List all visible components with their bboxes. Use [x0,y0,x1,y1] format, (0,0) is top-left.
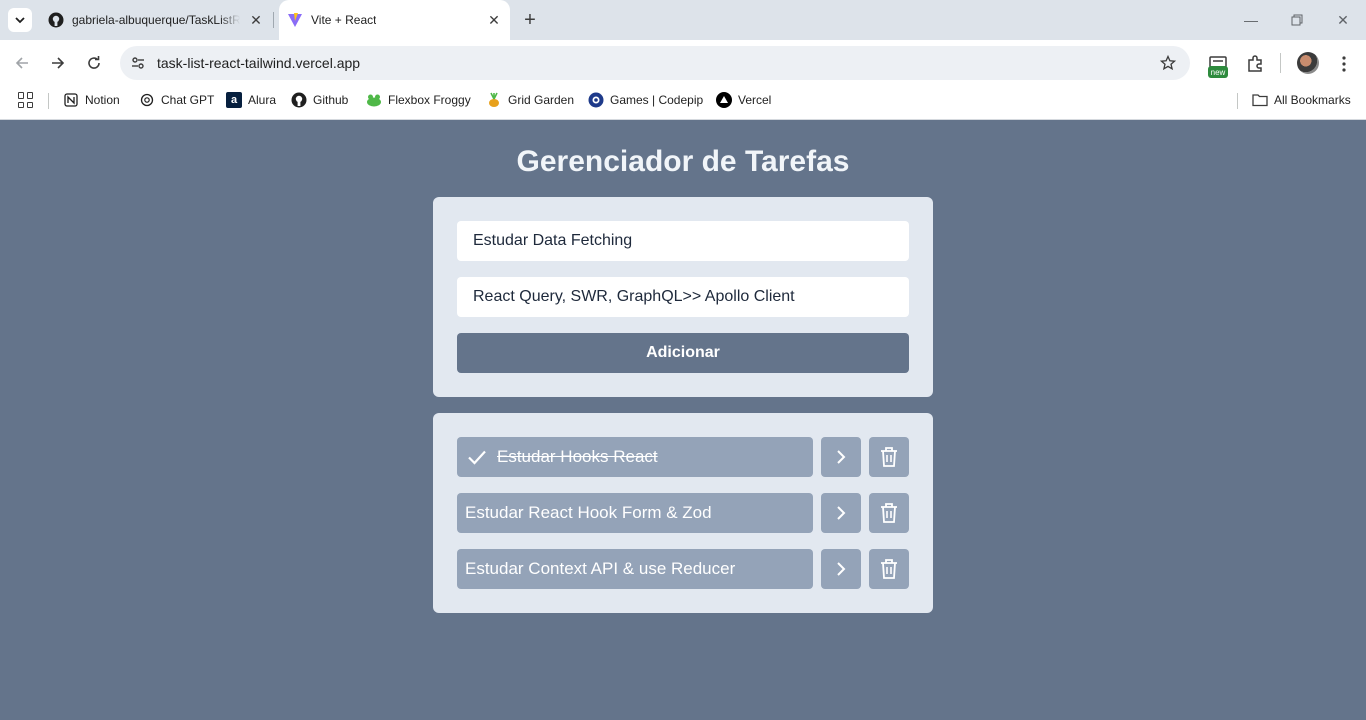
bookmark-label: Alura [248,93,277,107]
close-window-button[interactable]: ✕ [1333,10,1353,30]
url-text: task-list-react-tailwind.vercel.app [157,55,361,71]
plus-icon: + [524,8,536,31]
profile-avatar[interactable] [1297,52,1319,74]
chevron-down-icon [15,17,25,24]
reload-icon [88,56,100,69]
address-bar[interactable]: task-list-react-tailwind.vercel.app [120,46,1190,80]
close-icon: ✕ [1337,11,1349,28]
bookmark-alura[interactable]: a Alura [226,89,276,111]
task-delete-button[interactable] [869,437,909,477]
task-item: Estudar Hooks React [457,437,909,477]
back-button[interactable] [11,52,33,74]
bookmark-label: Chat GPT [161,93,215,107]
bookmark-vercel[interactable]: Vercel [716,89,771,111]
task-title: Estudar Hooks React [497,447,658,466]
bookmark-label: All Bookmarks [1274,93,1351,107]
apps-grid-icon[interactable] [18,92,34,108]
restore-button[interactable] [1287,10,1307,30]
folder-icon [1252,92,1268,108]
task-toggle-button[interactable]: Estudar React Hook Form & Zod [457,493,813,533]
bookmark-chatgpt[interactable]: Chat GPT [139,89,214,111]
tab-search-button[interactable] [8,8,32,32]
task-title-input[interactable]: Estudar Data Fetching [457,221,909,261]
vercel-icon [716,92,732,108]
github-icon [291,92,307,108]
tab-title: gabriela-albuquerque/TaskListReact [72,13,240,27]
task-list: Estudar Hooks React Estudar React Hook F… [433,413,933,613]
minimize-icon: — [1244,12,1258,28]
task-delete-button[interactable] [869,549,909,589]
bookmark-label: Vercel [738,93,772,107]
task-toggle-button[interactable]: Estudar Hooks React [457,437,813,477]
notion-icon [63,92,79,108]
new-badge: new [1208,66,1228,78]
bookmark-grid-garden[interactable]: Grid Garden [486,89,574,111]
reload-button[interactable] [83,52,105,74]
all-bookmarks-button[interactable]: All Bookmarks [1252,89,1351,111]
frog-icon [366,92,382,108]
close-icon[interactable]: ✕ [486,12,502,28]
openai-icon [139,92,155,108]
codepip-icon [588,92,604,108]
minimize-button[interactable]: — [1241,10,1261,30]
bookmark-notion[interactable]: Notion [63,89,120,111]
bookmark-github[interactable]: Github [291,89,348,111]
task-delete-button[interactable] [869,493,909,533]
browser-toolbar: task-list-react-tailwind.vercel.app [0,40,1366,86]
chevron-right-icon [837,450,846,464]
page-title: Gerenciador de Tarefas [516,145,850,178]
trash-icon [881,559,897,579]
puzzle-icon [1248,55,1262,72]
trash-icon [881,447,897,467]
chevron-right-icon [837,562,846,576]
task-details-button[interactable] [821,437,861,477]
bookmark-separator [48,93,49,109]
tab-github[interactable]: gabriela-albuquerque/TaskListReact ✕ [40,0,270,40]
trash-icon [881,503,897,523]
more-vert-icon [1342,56,1346,72]
github-icon [48,12,64,28]
bookmark-separator [1237,93,1238,109]
task-title: Estudar React Hook Form & Zod [465,503,712,522]
task-item: Estudar React Hook Form & Zod [457,493,909,533]
bookmark-label: Games | Codepip [610,93,704,107]
task-description-input[interactable]: React Query, SWR, GraphQL>> Apollo Clien… [457,277,909,317]
bookmark-label: Flexbox Froggy [388,93,471,107]
close-icon[interactable]: ✕ [248,12,264,28]
task-details-button[interactable] [821,549,861,589]
add-task-button[interactable]: Adicionar [457,333,909,373]
check-icon [465,445,489,469]
bookmark-label: Github [313,93,349,107]
restore-icon [1291,14,1303,26]
site-info-icon[interactable] [128,53,148,73]
bookmark-star-icon[interactable] [1158,53,1178,73]
vite-icon [287,12,303,28]
tab-strip: gabriela-albuquerque/TaskListReact ✕ Vit… [0,0,1366,40]
task-toggle-button[interactable]: Estudar Context API & use Reducer [457,549,813,589]
alura-icon: a [226,92,242,108]
add-task-form: Estudar Data Fetching React Query, SWR, … [433,197,933,397]
new-tab-button[interactable]: + [520,8,540,31]
bookmark-label: Grid Garden [508,93,575,107]
arrow-right-icon [52,57,65,69]
tab-title: Vite + React [311,13,377,27]
tab-separator [273,12,274,28]
bookmark-codepip[interactable]: Games | Codepip [588,89,703,111]
toolbar-separator [1280,53,1281,73]
browser-menu-button[interactable] [1332,52,1356,76]
tab-vite-react[interactable]: Vite + React ✕ [279,0,510,40]
bookmark-label: Notion [85,93,120,107]
arrow-left-icon [15,57,28,69]
task-details-button[interactable] [821,493,861,533]
chevron-right-icon [837,506,846,520]
task-item: Estudar Context API & use Reducer [457,549,909,589]
task-title: Estudar Context API & use Reducer [465,559,736,578]
forward-button[interactable] [47,52,69,74]
bookmark-flexbox-froggy[interactable]: Flexbox Froggy [366,89,471,111]
extensions-button[interactable] [1243,52,1267,76]
carrot-icon [486,92,502,108]
